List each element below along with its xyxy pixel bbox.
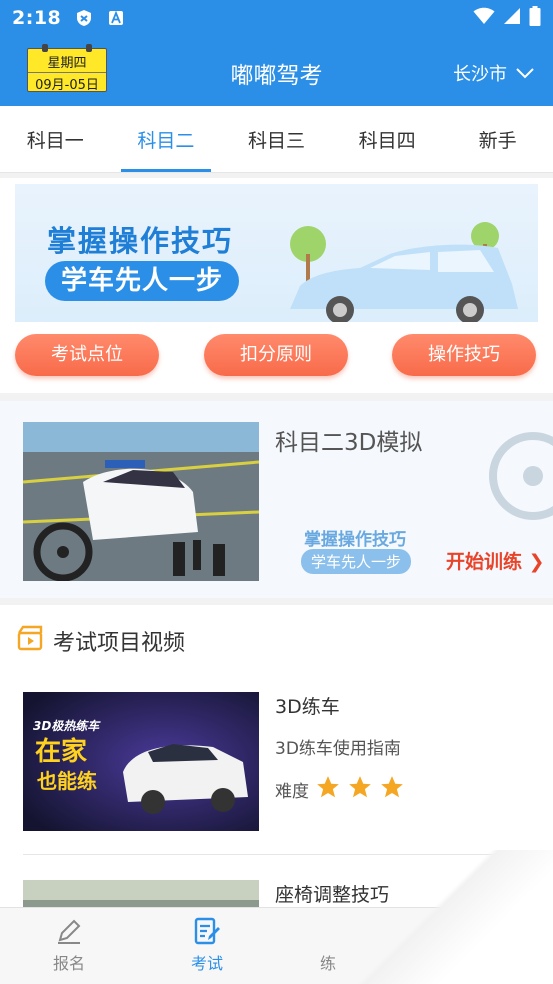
video-difficulty: 难度 [275,774,405,805]
deduction-rules-button[interactable]: 扣分原则 [204,334,348,376]
text-icon [107,9,125,27]
banner-subline: 学车先人一步 [45,261,240,301]
star-icon [347,774,373,805]
video-item[interactable]: 3D极热练车 在家 也能练 3D练车 3D练车使用指南 难度 [0,692,553,842]
video-title: 3D练车 [275,696,340,718]
thumb-caption: 3D极热练车 [33,719,101,733]
nav-exam-label: 考试 [190,954,223,973]
thumb-headline: 在家 [35,736,87,767]
city-label: 长沙市 [453,64,507,85]
operation-tips-button[interactable]: 操作技巧 [392,334,536,376]
pen-icon [54,916,84,946]
video-thumbnail: 3D极热练车 在家 也能练 [23,692,259,831]
tab-subject-2[interactable]: 科目二 [111,106,222,172]
banner-headline: 掌握操作技巧 [47,224,234,258]
tab-newbie[interactable]: 新手 [442,106,553,172]
simulator-thumbnail [23,422,259,581]
exam-icon [192,916,222,946]
status-time: 2:18 [12,7,62,29]
shield-icon [75,9,93,27]
page-curl-overlay [310,850,553,984]
start-training-label: 开始训练 [446,551,523,573]
simulator-card[interactable]: 科目二3D模拟 掌握操作技巧 学车先人一步 开始训练 ❯ [0,401,553,598]
difficulty-label: 难度 [275,782,309,802]
tab-subject-1[interactable]: 科目一 [0,106,111,172]
star-icon [379,774,405,805]
simulator-slogan-1: 掌握操作技巧 [304,530,406,550]
thumb-subline: 也能练 [37,769,97,793]
tab-subject-4[interactable]: 科目四 [332,106,443,172]
status-bar: 2:18 [0,0,553,36]
exam-location-button[interactable]: 考试点位 [15,334,159,376]
steering-wheel-icon [489,432,553,520]
section-title: 考试项目视频 [53,631,186,656]
wifi-icon [473,7,495,29]
clapperboard-icon [17,625,43,657]
star-icon [315,774,341,805]
chevron-right-icon: ❯ [528,551,545,573]
nav-signup-label: 报名 [52,954,85,973]
promo-banner[interactable]: 掌握操作技巧 学车先人一步 [15,184,538,322]
section-header: 考试项目视频 [17,625,185,657]
subject-tabs: 科目一 科目二 科目三 科目四 新手 [0,106,553,173]
simulator-slogan-2: 学车先人一步 [301,549,412,574]
battery-icon [529,6,541,30]
nav-exam[interactable]: 考试 [167,908,247,984]
city-selector[interactable]: 长沙市 [453,60,535,86]
chevron-down-icon [515,63,535,84]
signal-icon [503,7,521,29]
nav-signup[interactable]: 报名 [29,908,109,984]
tab-subject-3[interactable]: 科目三 [221,106,332,172]
start-training-button[interactable]: 开始训练 ❯ [446,547,545,574]
car-illustration [290,222,518,322]
quick-buttons: 考试点位 扣分原则 操作技巧 [0,334,553,378]
simulator-title: 科目二3D模拟 [275,430,423,456]
banner-section: 掌握操作技巧 学车先人一步 考试点位 扣分原则 操作技巧 [0,178,553,393]
app-header: 星期四 09月-05日 嘟嘟驾考 长沙市 [0,36,553,106]
video-description: 3D练车使用指南 [275,739,401,759]
